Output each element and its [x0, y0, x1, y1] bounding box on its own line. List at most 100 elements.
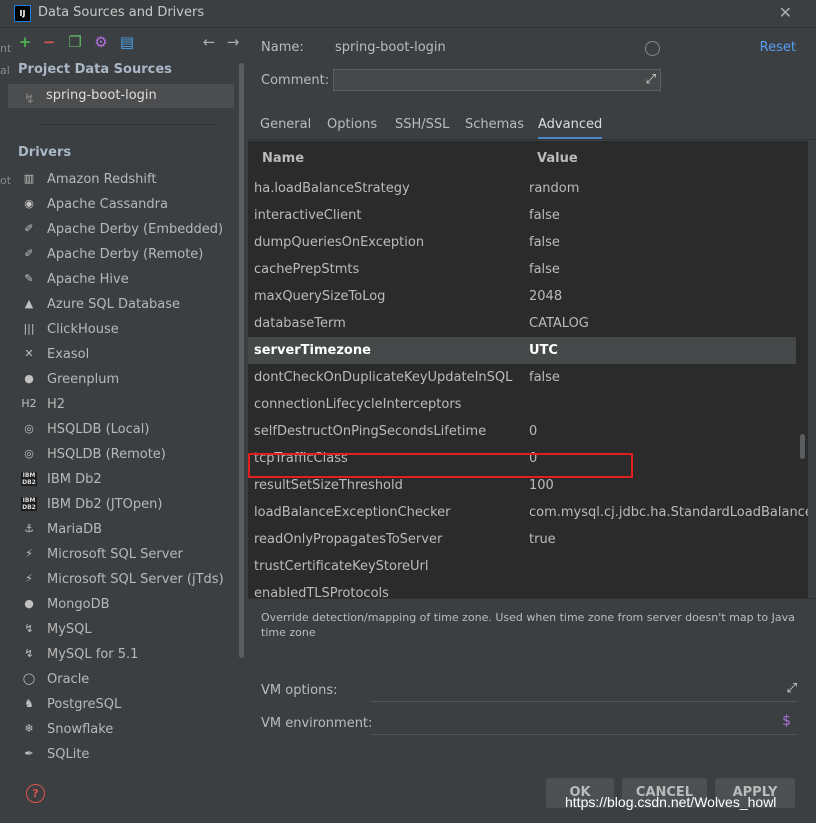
table-row[interactable]: ha.loadBalanceStrategy random: [248, 175, 796, 202]
tab-schemas[interactable]: Schemas: [465, 113, 524, 137]
table-row[interactable]: serverTimezone UTC: [248, 337, 796, 364]
settings-icon[interactable]: ⚙: [92, 33, 110, 51]
property-value[interactable]: false: [529, 229, 560, 256]
driver-item[interactable]: ↯ MySQL: [0, 617, 240, 642]
back-arrow-icon[interactable]: ←: [200, 33, 218, 51]
table-row[interactable]: enabledTLSProtocols: [248, 580, 796, 598]
driver-label: PostgreSQL: [47, 697, 122, 712]
color-circle-icon[interactable]: [645, 41, 660, 56]
property-value[interactable]: com.mysql.cj.jdbc.ha.StandardLoadBalance…: [529, 499, 808, 526]
property-value[interactable]: false: [529, 256, 560, 283]
tab-ssh-ssl[interactable]: SSH/SSL: [395, 113, 449, 137]
driver-item[interactable]: ▥ Amazon Redshift: [0, 167, 240, 192]
file-icon[interactable]: ▤: [118, 33, 136, 51]
remove-icon[interactable]: −: [40, 33, 58, 51]
property-name: serverTimezone: [254, 343, 371, 358]
driver-item[interactable]: ● Greenplum: [0, 367, 240, 392]
driver-item[interactable]: ⚡ Microsoft SQL Server: [0, 542, 240, 567]
add-icon[interactable]: +: [16, 33, 34, 51]
sqlserver-icon: ⚡: [25, 547, 33, 560]
dollar-icon[interactable]: $: [782, 713, 791, 729]
property-value[interactable]: CATALOG: [529, 310, 589, 337]
driver-item[interactable]: ✕ Exasol: [0, 342, 240, 367]
cassandra-icon: ◉: [24, 197, 34, 210]
tab-options[interactable]: Options: [327, 113, 377, 137]
property-name: interactiveClient: [254, 208, 362, 223]
driver-item[interactable]: ◉ Apache Cassandra: [0, 192, 240, 217]
mysql-icon: ↯: [24, 647, 34, 660]
driver-label: MariaDB: [47, 522, 103, 537]
table-row[interactable]: interactiveClient false: [248, 202, 796, 229]
property-value[interactable]: false: [529, 364, 560, 391]
driver-item[interactable]: ◯ Oracle: [0, 667, 240, 692]
property-value[interactable]: true: [529, 526, 556, 553]
vm-options-field[interactable]: ⤢: [371, 679, 797, 702]
divider: [40, 124, 215, 125]
postgresql-icon: ♞: [24, 697, 34, 710]
driver-item[interactable]: ✐ Apache Derby (Remote): [0, 242, 240, 267]
driver-item[interactable]: ❄ Snowflake: [0, 717, 240, 742]
property-name: dumpQueriesOnException: [254, 235, 425, 250]
driver-item[interactable]: ◎ HSQLDB (Remote): [0, 442, 240, 467]
property-value[interactable]: random: [529, 175, 579, 202]
mysql-icon: ↯: [24, 92, 35, 107]
property-description: Override detection/mapping of time zone.…: [261, 611, 795, 639]
expand-icon[interactable]: ⤢: [787, 681, 797, 696]
vm-environment-field[interactable]: $: [371, 712, 797, 735]
close-icon[interactable]: ✕: [779, 3, 792, 22]
table-row[interactable]: databaseTerm CATALOG: [248, 310, 796, 337]
driver-item[interactable]: ✐ Apache Derby (Embedded): [0, 217, 240, 242]
driver-item[interactable]: IBM DB2 IBM Db2 (JTOpen): [0, 492, 240, 517]
driver-item[interactable]: IBM DB2 IBM Db2: [0, 467, 240, 492]
driver-item[interactable]: ♞ PostgreSQL: [0, 692, 240, 717]
property-value[interactable]: 2048: [529, 283, 562, 310]
driver-item[interactable]: ↯ MySQL for 5.1: [0, 642, 240, 667]
forward-arrow-icon[interactable]: →: [224, 33, 242, 51]
vm-environment-label: VM environment:: [261, 716, 373, 731]
table-row[interactable]: dontCheckOnDuplicateKeyUpdateInSQL false: [248, 364, 796, 391]
help-icon[interactable]: ?: [26, 784, 45, 803]
driver-item[interactable]: H2 H2: [0, 392, 240, 417]
left-scrollbar[interactable]: [239, 63, 244, 658]
table-row[interactable]: selfDestructOnPingSecondsLifetime 0: [248, 418, 796, 445]
name-column-header[interactable]: Name: [262, 141, 304, 177]
table-row[interactable]: cachePrepStmts false: [248, 256, 796, 283]
driver-label: Greenplum: [47, 372, 120, 387]
driver-label: Snowflake: [47, 722, 114, 737]
hive-icon: ✎: [24, 272, 34, 285]
driver-item[interactable]: ▲ Azure SQL Database: [0, 292, 240, 317]
driver-item[interactable]: ✒ SQLite: [0, 742, 240, 767]
value-column-header[interactable]: Value: [537, 141, 578, 177]
property-value[interactable]: UTC: [529, 337, 558, 364]
property-value[interactable]: 0: [529, 418, 537, 445]
table-row[interactable]: loadBalanceExceptionChecker com.mysql.cj.…: [248, 499, 808, 526]
name-field[interactable]: spring-boot-login: [335, 40, 446, 55]
driver-item[interactable]: ⚓ MariaDB: [0, 517, 240, 542]
driver-item[interactable]: ||| ClickHouse: [0, 317, 240, 342]
redshift-icon: ▥: [23, 172, 35, 185]
exasol-icon: ✕: [24, 347, 34, 360]
expand-icon[interactable]: ⤢: [646, 72, 656, 87]
table-row[interactable]: readOnlyPropagatesToServer true: [248, 526, 796, 553]
table-row[interactable]: connectionLifecycleInterceptors: [248, 391, 796, 418]
property-name: loadBalanceExceptionChecker: [254, 505, 451, 520]
table-row[interactable]: dumpQueriesOnException false: [248, 229, 796, 256]
duplicate-icon[interactable]: ❐: [66, 33, 84, 51]
data-source-item[interactable]: ↯ spring-boot-login: [8, 84, 234, 108]
table-row[interactable]: trustCertificateKeyStoreUrl: [248, 553, 796, 580]
driver-item[interactable]: ⚡ Microsoft SQL Server (jTds): [0, 567, 240, 592]
driver-label: Azure SQL Database: [47, 297, 181, 312]
reset-link[interactable]: Reset: [760, 40, 796, 55]
driver-label: Apache Hive: [47, 272, 129, 287]
driver-item[interactable]: ● MongoDB: [0, 592, 240, 617]
driver-item[interactable]: ◎ HSQLDB (Local): [0, 417, 240, 442]
tab-general[interactable]: General: [260, 113, 311, 137]
property-name: readOnlyPropagatesToServer: [254, 532, 443, 547]
table-row[interactable]: maxQuerySizeToLog 2048: [248, 283, 796, 310]
driver-item[interactable]: ✎ Apache Hive: [0, 267, 240, 292]
table-scrollbar[interactable]: [800, 434, 805, 459]
comment-field[interactable]: ⤢: [333, 69, 661, 91]
property-value[interactable]: false: [529, 202, 560, 229]
driver-label: H2: [47, 397, 66, 412]
tab-advanced[interactable]: Advanced: [538, 113, 603, 140]
